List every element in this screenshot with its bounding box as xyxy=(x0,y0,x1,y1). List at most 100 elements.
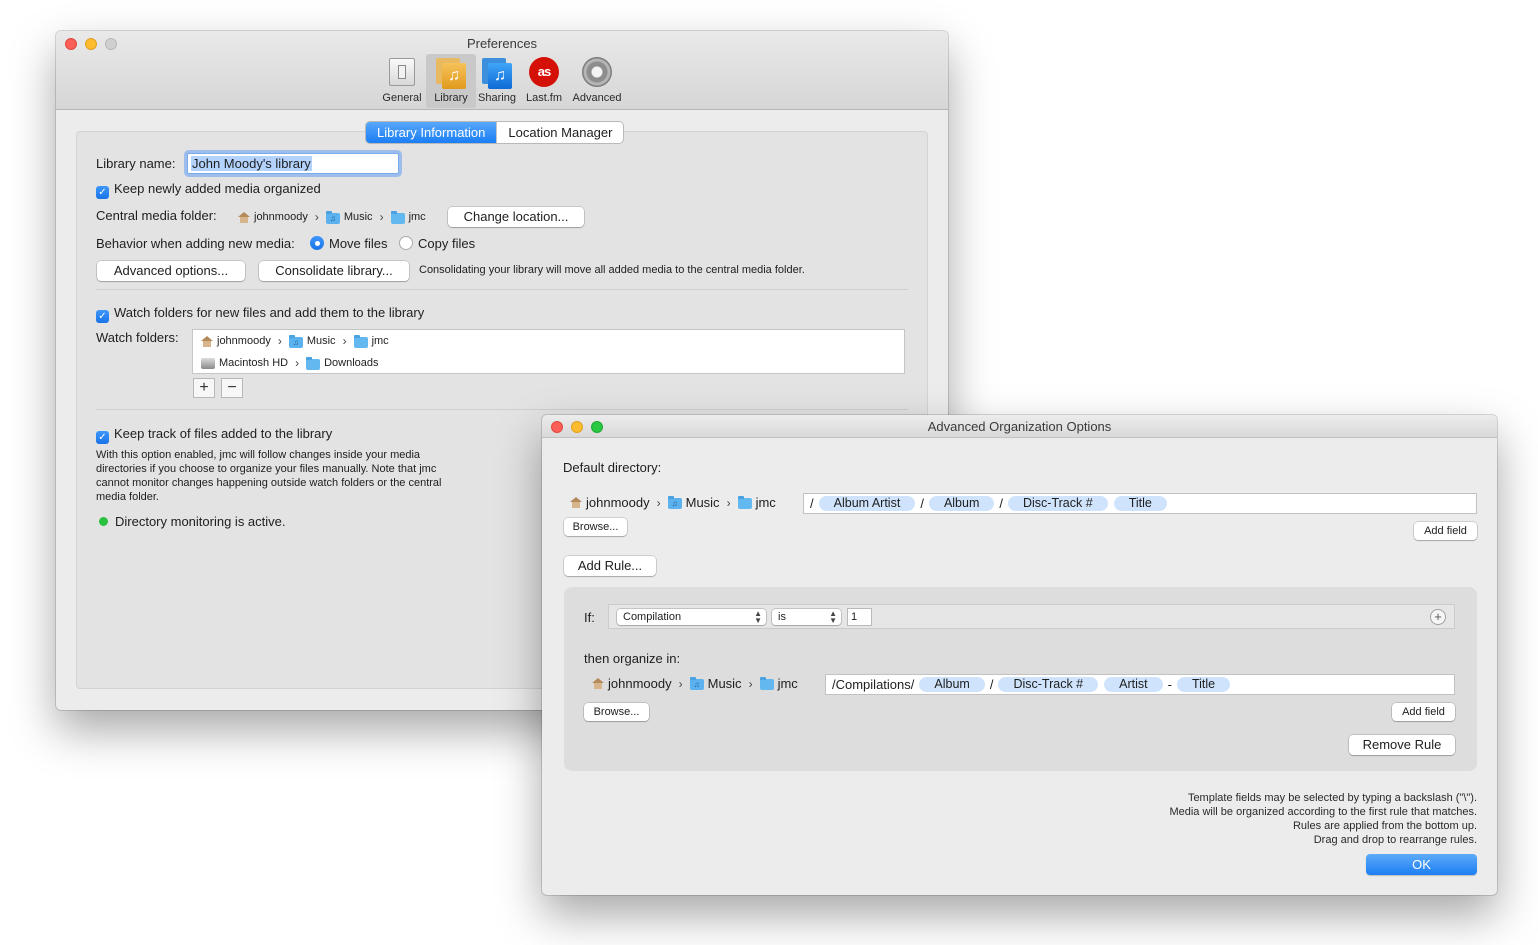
change-location-button[interactable]: Change location... xyxy=(448,207,584,227)
toolbar-general-label: General xyxy=(382,92,422,104)
path-segment: johnmoody xyxy=(608,676,672,691)
path-segment: johnmoody xyxy=(586,495,650,510)
add-rule-button[interactable]: Add Rule... xyxy=(564,556,656,576)
toolbar-library[interactable]: ♫ Library xyxy=(426,54,476,108)
library-name-field[interactable]: John Moody's library xyxy=(187,153,399,174)
preferences-toolbar: Preferences General ♫ Library ♫ Sharing xyxy=(56,31,948,110)
help-notes: Template fields may be selected by typin… xyxy=(1169,791,1477,847)
toolbar-advanced-label: Advanced xyxy=(572,92,622,104)
path-segment: johnmoody xyxy=(217,335,271,347)
move-files-radio[interactable]: Move files xyxy=(310,236,388,251)
path-segment: Music xyxy=(343,211,373,223)
divider xyxy=(96,409,908,410)
move-files-label: Move files xyxy=(329,236,388,251)
template-token[interactable]: Album xyxy=(928,496,995,511)
rule-box[interactable]: If: Compilation ▲ ▼ is ▲ ▼ 1 + then organi… xyxy=(564,587,1477,771)
central-folder-path: johnmoody › ♫ Music › jmc xyxy=(238,210,426,224)
rule-directory-path: johnmoody › ♫ Music › jmc xyxy=(592,676,798,691)
monitoring-status: Directory monitoring is active. xyxy=(99,514,286,529)
path-separator-icon: › xyxy=(678,676,683,691)
rule-add-field-button[interactable]: Add field xyxy=(1392,703,1455,721)
checkmark-icon: ✓ xyxy=(96,310,109,323)
path-separator-icon: › xyxy=(726,495,731,510)
path-separator-icon: › xyxy=(277,334,282,348)
condition-row: Compilation ▲ ▼ is ▲ ▼ 1 + xyxy=(608,604,1455,629)
toolbar-lastfm[interactable]: as Last.fm xyxy=(519,54,569,108)
template-token[interactable]: Album xyxy=(919,677,985,692)
popup-arrows-icon: ▲ ▼ xyxy=(829,609,837,625)
if-label: If: xyxy=(584,610,595,625)
home-icon xyxy=(201,335,213,347)
path-segment: Music xyxy=(707,676,742,691)
condition-value-field[interactable]: 1 xyxy=(847,608,872,626)
switch-icon xyxy=(385,56,419,90)
path-segment: jmc xyxy=(755,495,776,510)
path-segment: Downloads xyxy=(324,357,379,369)
music-folder-icon: ♫ xyxy=(689,677,704,690)
remove-rule-button[interactable]: Remove Rule xyxy=(1349,735,1455,755)
toolbar-sharing-label: Sharing xyxy=(478,92,516,104)
template-literal: / xyxy=(989,677,994,692)
status-dot-icon xyxy=(99,517,108,526)
toolbar-lastfm-label: Last.fm xyxy=(525,92,563,104)
condition-field-value: Compilation xyxy=(623,611,682,623)
add-field-button[interactable]: Add field xyxy=(1414,522,1477,540)
then-organize-label: then organize in: xyxy=(584,651,681,666)
default-directory-path: johnmoody › ♫ Music › jmc xyxy=(570,495,776,510)
advanced-organization-window: Advanced Organization Options Default di… xyxy=(542,415,1497,895)
ok-button[interactable]: OK xyxy=(1366,854,1477,875)
monitoring-status-text: Directory monitoring is active. xyxy=(115,514,286,529)
list-item[interactable]: Macintosh HD › Downloads xyxy=(201,356,379,370)
checkmark-icon: ✓ xyxy=(96,186,109,199)
watch-folders-label: Watch folders: xyxy=(96,330,179,345)
music-folder-icon: ♫ xyxy=(288,334,303,348)
behavior-label: Behavior when adding new media: xyxy=(96,236,295,251)
tab-location-manager[interactable]: Location Manager xyxy=(496,122,623,143)
toolbar-sharing[interactable]: ♫ Sharing xyxy=(472,54,522,108)
library-tabs: Library Information Location Manager xyxy=(366,122,624,143)
template-token[interactable]: Disc-Track # xyxy=(998,677,1099,692)
folder-icon xyxy=(737,496,752,509)
watch-folders-checkbox[interactable]: ✓ Watch folders for new files and add the… xyxy=(96,305,424,323)
home-icon xyxy=(592,678,604,689)
add-folder-button[interactable]: + xyxy=(193,378,215,398)
template-token[interactable]: Title xyxy=(1176,677,1231,692)
consolidate-library-button[interactable]: Consolidate library... xyxy=(259,261,409,281)
template-token[interactable]: Disc-Track # xyxy=(1008,496,1108,511)
condition-field-popup[interactable]: Compilation ▲ ▼ xyxy=(617,609,766,625)
tab-library-information[interactable]: Library Information xyxy=(366,122,497,143)
path-separator-icon: › xyxy=(748,676,753,691)
condition-operator-popup[interactable]: is ▲ ▼ xyxy=(772,609,841,625)
gear-icon xyxy=(580,56,614,90)
advanced-options-button[interactable]: Advanced options... xyxy=(97,261,245,281)
folder-icon xyxy=(759,677,774,690)
music-folder-icon: ♫ xyxy=(325,210,340,224)
default-template-field[interactable]: / Album Artist / Album / Disc-Track # Ti… xyxy=(803,493,1477,514)
watch-folders-list[interactable]: johnmoody › ♫ Music › jmc Macintosh HD › … xyxy=(192,329,905,374)
window-title: Advanced Organization Options xyxy=(927,419,1112,434)
path-separator-icon: › xyxy=(314,210,319,224)
home-icon xyxy=(570,497,582,508)
remove-folder-button[interactable]: − xyxy=(221,378,243,398)
path-segment: johnmoody xyxy=(254,211,308,223)
library-icon: ♫ xyxy=(434,56,468,90)
list-item[interactable]: johnmoody › ♫ Music › jmc xyxy=(201,334,389,348)
path-separator-icon: › xyxy=(342,334,347,348)
rule-browse-button[interactable]: Browse... xyxy=(584,703,649,721)
toolbar-advanced[interactable]: Advanced xyxy=(571,54,623,108)
help-note: Template fields may be selected by typin… xyxy=(1187,792,1477,804)
path-segment: jmc xyxy=(408,211,426,223)
template-literal: / xyxy=(999,496,1003,511)
rule-template-field[interactable]: /Compilations/ Album / Disc-Track # Arti… xyxy=(825,674,1455,695)
template-token[interactable]: Title xyxy=(1113,496,1167,511)
template-token[interactable]: Album Artist xyxy=(818,496,916,511)
keep-track-checkbox[interactable]: ✓ Keep track of files added to the librar… xyxy=(96,426,332,444)
browse-button[interactable]: Browse... xyxy=(564,518,627,536)
copy-files-radio[interactable]: Copy files xyxy=(399,236,475,251)
add-condition-button[interactable]: + xyxy=(1430,609,1446,625)
toolbar-general[interactable]: General xyxy=(377,54,427,108)
help-note: Drag and drop to rearrange rules. xyxy=(1313,834,1477,846)
keep-organized-checkbox[interactable]: ✓ Keep newly added media organized xyxy=(96,181,321,199)
hard-drive-icon xyxy=(201,357,215,369)
template-token[interactable]: Artist xyxy=(1104,677,1163,692)
